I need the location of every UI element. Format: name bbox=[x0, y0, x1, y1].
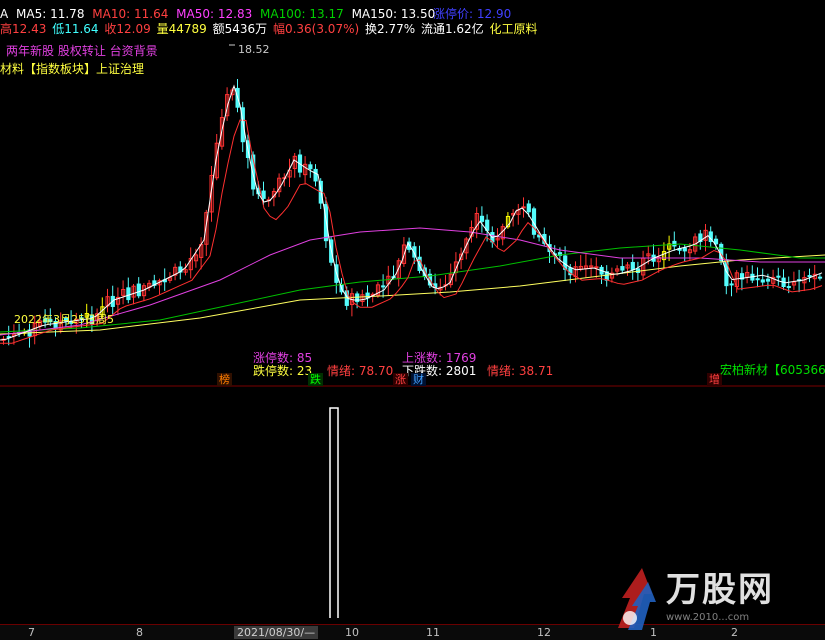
candle-body bbox=[313, 168, 318, 182]
tag-zhang[interactable]: 涨 bbox=[393, 373, 408, 386]
quote-industry: 化工原料 bbox=[489, 22, 538, 36]
watermark-brand: 万股网 bbox=[666, 570, 774, 610]
quote-change: 幅0.36(3.07%) bbox=[272, 22, 360, 36]
candle-body bbox=[620, 266, 625, 271]
stock-name-code: 宏柏新材【605366 bbox=[720, 363, 825, 377]
axis-tick-7: 7 bbox=[28, 626, 35, 639]
quote-turnover: 换2.77% bbox=[365, 22, 416, 36]
ma-legend-bar: A MA5: 11.78 MA10: 11.64 MA50: 12.83 MA1… bbox=[0, 7, 511, 21]
quote-float: 流通1.62亿 bbox=[420, 22, 484, 36]
ma50-line bbox=[0, 227, 825, 336]
indicator-spike bbox=[329, 407, 339, 618]
cursor-date-overlay: 2022年3月25日周5 bbox=[14, 313, 114, 326]
candlestick-series bbox=[1, 79, 823, 348]
watermark-logo: 万股网 www.2010...com bbox=[608, 558, 818, 634]
quote-amount: 额5436万 bbox=[212, 22, 268, 36]
ma5-value: MA5: 11.78 bbox=[16, 7, 85, 21]
concept-tags: 两年新股 股权转让 台资背景 bbox=[6, 44, 158, 58]
candle-body bbox=[786, 286, 791, 289]
ma150-value: MA150: 13.50 bbox=[351, 7, 436, 21]
candle-body bbox=[760, 279, 765, 283]
candle-body bbox=[381, 285, 386, 288]
high-price-label: 18.52 bbox=[238, 43, 270, 56]
candle-body bbox=[308, 164, 313, 170]
tag-cai[interactable]: 财 bbox=[411, 373, 426, 386]
ma150-line bbox=[0, 254, 825, 335]
logo-arrow-icon bbox=[618, 568, 656, 630]
ma100-value: MA100: 13.17 bbox=[260, 7, 344, 21]
candle-body bbox=[776, 275, 781, 278]
candle-body bbox=[521, 206, 526, 209]
limit-down-count: 跌停数: 23 bbox=[253, 364, 313, 378]
chart-canvas bbox=[0, 44, 825, 618]
candle-body bbox=[126, 287, 131, 301]
axis-tick-12: 12 bbox=[537, 626, 551, 639]
candle-body bbox=[755, 278, 760, 281]
candle-body bbox=[479, 215, 485, 222]
quote-high: 高12.43 bbox=[0, 22, 47, 36]
axis-cursor-date: 2021/08/30/— bbox=[234, 626, 319, 639]
candle-body bbox=[817, 276, 823, 279]
ma-prefix: A bbox=[0, 7, 9, 21]
quote-bar: 高12.43 低11.64 收12.09 量44789 额5436万 幅0.36… bbox=[0, 22, 540, 36]
candle-body bbox=[807, 275, 812, 278]
sentiment-1: 情绪: 78.70 bbox=[327, 364, 394, 378]
axis-tick-10: 10 bbox=[345, 626, 359, 639]
axis-tick-11: 11 bbox=[426, 626, 440, 639]
axis-tick-8: 8 bbox=[136, 626, 143, 639]
candle-body bbox=[729, 283, 734, 286]
candle-body bbox=[526, 203, 531, 213]
ma10-line bbox=[0, 119, 823, 344]
ma10-value: MA10: 11.64 bbox=[92, 7, 169, 21]
quote-volume: 量44789 bbox=[156, 22, 207, 36]
tag-bang[interactable]: 榜 bbox=[217, 373, 232, 386]
limit-up-price: 涨停价: 12.90 bbox=[433, 7, 512, 21]
quote-low: 低11.64 bbox=[52, 22, 99, 36]
ma50-value: MA50: 12.83 bbox=[176, 7, 253, 21]
candle-body bbox=[594, 266, 599, 269]
watermark-url: www.2010...com bbox=[666, 612, 750, 623]
candle-body bbox=[682, 247, 687, 252]
candle-body bbox=[765, 278, 771, 282]
sentiment-2: 情绪: 38.71 bbox=[487, 364, 554, 378]
candle-body bbox=[136, 283, 141, 297]
candle-body bbox=[672, 240, 677, 247]
quote-close: 收12.09 bbox=[104, 22, 151, 36]
sector-tags: 材料【指数板块】上证治理 bbox=[0, 62, 145, 76]
candle-body bbox=[261, 190, 266, 199]
candle-body bbox=[630, 261, 635, 270]
tag-die[interactable]: 跌 bbox=[308, 373, 323, 386]
